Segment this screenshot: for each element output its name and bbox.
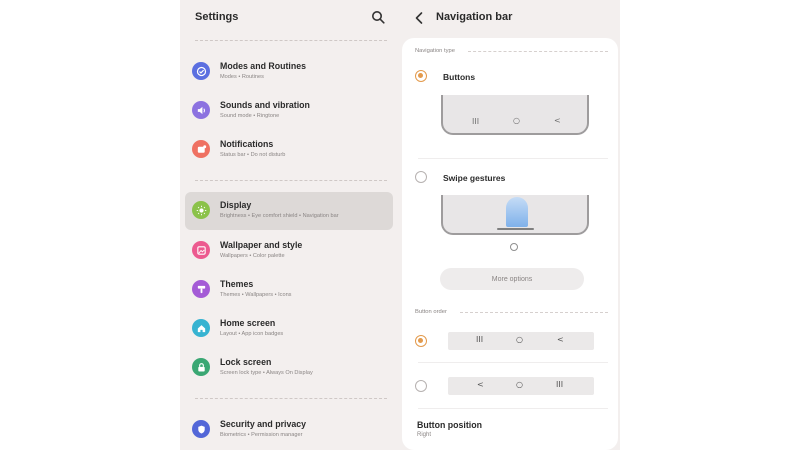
home-icon [192, 319, 210, 337]
section-label-navigation-type: Navigation type [415, 48, 455, 54]
more-options-button[interactable]: More options [440, 268, 584, 290]
shield-icon [192, 420, 210, 438]
settings-item-subtitle: Brightness • Eye comfort shield • Naviga… [220, 213, 339, 219]
swipe-up-hint [506, 197, 528, 227]
sun-icon [192, 201, 210, 219]
home-button-icon: ○ [513, 116, 520, 125]
search-icon[interactable] [371, 10, 385, 24]
settings-item-security-and-privacy[interactable]: Security and privacy Biometrics • Permis… [185, 411, 393, 449]
recents-icon: III [472, 117, 480, 126]
notification-icon [192, 140, 210, 158]
lock-icon [192, 358, 210, 376]
divider [195, 398, 387, 399]
button-order-option-2[interactable]: < ○ III [448, 377, 594, 395]
section-divider [460, 312, 608, 313]
button-order-option-1[interactable]: III ○ < [448, 332, 594, 350]
home-button-icon: ○ [516, 380, 523, 389]
option-label-buttons: Buttons [443, 72, 476, 82]
divider [195, 40, 387, 41]
divider [418, 158, 608, 159]
settings-item-title: Themes [220, 279, 254, 289]
settings-item-title: Display [220, 200, 252, 210]
back-button-icon: < [557, 335, 564, 344]
divider [418, 408, 608, 409]
section-divider [468, 51, 608, 52]
settings-item-subtitle: Modes • Routines [220, 74, 264, 80]
settings-item-display[interactable]: Display Brightness • Eye comfort shield … [185, 192, 393, 230]
themes-icon [192, 280, 210, 298]
option-label-swipe-gestures: Swipe gestures [443, 173, 506, 183]
navigation-bar-header: Navigation bar [400, 0, 620, 36]
navigation-bar-panel: Navigation bar Navigation type Buttons I… [400, 0, 620, 450]
settings-item-themes[interactable]: Themes Themes • Wallpapers • Icons [185, 271, 393, 309]
settings-item-title: Wallpaper and style [220, 240, 303, 250]
radio-button-order-2[interactable] [415, 380, 427, 392]
navigation-settings-card: Navigation type Buttons III ○ < Swipe ge… [402, 38, 618, 450]
buttons-preview: III ○ < [441, 95, 589, 135]
back-arrow-icon[interactable] [414, 11, 424, 25]
wallpaper-icon [192, 241, 210, 259]
settings-item-wallpaper-and-style[interactable]: Wallpaper and style Wallpapers • Color p… [185, 232, 393, 270]
settings-item-subtitle: Wallpapers • Color palette [220, 253, 285, 259]
settings-item-modes-and-routines[interactable]: Modes and Routines Modes • Routines [185, 53, 393, 91]
gesture-handle [497, 228, 534, 230]
settings-item-subtitle: Layout • App icon badges [220, 331, 284, 337]
page-title: Navigation bar [436, 11, 513, 23]
settings-item-subtitle: Biometrics • Permission manager [220, 432, 303, 438]
settings-item-subtitle: Screen lock type • Always On Display [220, 370, 313, 376]
recents-icon: III [476, 335, 484, 344]
recents-icon: III [556, 380, 564, 389]
check-circle-icon [192, 62, 210, 80]
radio-swipe-gestures[interactable] [415, 171, 427, 183]
settings-item-title: Notifications [220, 139, 274, 149]
settings-item-title: Lock screen [220, 357, 272, 367]
screen: Settings Modes and Routines Modes • Rout… [0, 0, 800, 450]
settings-panel: Settings Modes and Routines Modes • Rout… [180, 0, 400, 450]
settings-item-title: Modes and Routines [220, 61, 307, 71]
back-button-icon: < [477, 380, 484, 389]
gesture-hint-icon [510, 243, 518, 251]
radio-buttons[interactable] [415, 70, 427, 82]
settings-item-sounds-and-vibration[interactable]: Sounds and vibration Sound mode • Ringto… [185, 92, 393, 130]
settings-item-subtitle: Sound mode • Ringtone [220, 113, 280, 119]
speaker-icon [192, 101, 210, 119]
settings-item-notifications[interactable]: Notifications Status bar • Do not distur… [185, 131, 393, 169]
button-position-title: Button position [417, 420, 482, 430]
settings-item-subtitle: Status bar • Do not disturb [220, 152, 286, 158]
settings-item-title: Sounds and vibration [220, 100, 310, 110]
settings-header: Settings [180, 0, 400, 36]
page-title: Settings [195, 11, 239, 23]
divider [418, 362, 608, 363]
home-button-icon: ○ [516, 335, 523, 344]
settings-item-title: Security and privacy [220, 419, 307, 429]
button-position-value: Right [417, 432, 432, 438]
settings-item-title: Home screen [220, 318, 276, 328]
divider [195, 180, 387, 181]
button-position-setting[interactable]: Button position Right [402, 412, 618, 446]
settings-item-subtitle: Themes • Wallpapers • Icons [220, 292, 292, 298]
back-button-icon: < [554, 116, 561, 125]
settings-item-lock-screen[interactable]: Lock screen Screen lock type • Always On… [185, 349, 393, 387]
section-label-button-order: Button order [415, 309, 447, 315]
radio-button-order-1[interactable] [415, 335, 427, 347]
settings-item-home-screen[interactable]: Home screen Layout • App icon badges [185, 310, 393, 348]
